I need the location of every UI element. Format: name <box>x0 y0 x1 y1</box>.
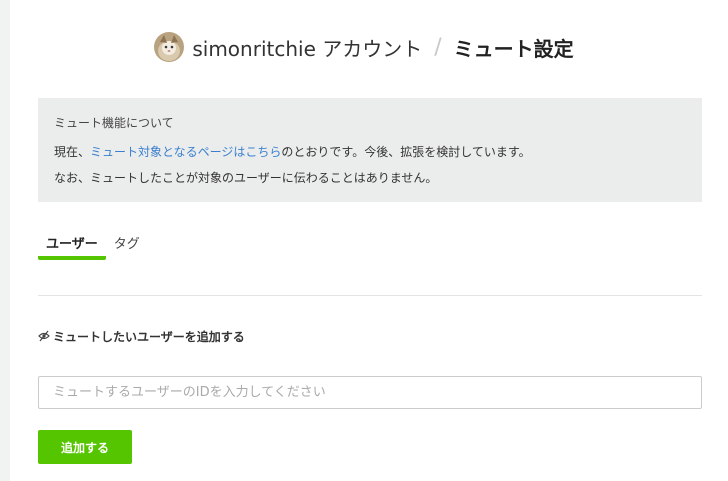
mute-user-id-input[interactable] <box>38 376 702 409</box>
left-rail <box>0 0 10 481</box>
account-suffix: アカウント <box>315 36 423 61</box>
eye-slash-icon <box>38 330 50 342</box>
mute-tabs: ユーザー タグ <box>38 230 148 262</box>
breadcrumb-separator: / <box>434 34 442 60</box>
divider <box>38 295 702 296</box>
account-title[interactable]: simonritchie アカウント <box>192 33 422 62</box>
info-line-2: なお、ミュートしたことが対象のユーザーに伝わることはありません。 <box>54 171 438 185</box>
avatar-image <box>154 32 185 62</box>
tab-users[interactable]: ユーザー <box>38 230 106 260</box>
info-line-1: 現在、ミュート対象となるページはこちらのとおりです。今後、拡張を検討しています。 <box>54 145 686 159</box>
tab-tags[interactable]: タグ <box>106 230 148 260</box>
add-muted-user-heading: ミュートしたいユーザーを追加する <box>38 328 245 344</box>
username: simonritchie <box>192 36 316 61</box>
add-muted-user-heading-text: ミュートしたいユーザーを追加する <box>53 329 245 344</box>
info-line-1-suffix: のとおりです。今後、拡張を検討しています。 <box>281 145 531 159</box>
add-button[interactable]: 追加する <box>38 430 132 464</box>
avatar[interactable] <box>154 32 185 62</box>
info-title: ミュート機能について <box>54 116 174 130</box>
info-line-1-prefix: 現在、 <box>54 145 91 159</box>
mute-target-pages-link[interactable]: ミュート対象となるページはこちら <box>90 145 281 159</box>
mute-info-box: ミュート機能について 現在、ミュート対象となるページはこちらのとおりです。今後、… <box>38 98 702 202</box>
page-header: simonritchie アカウント / ミュート設定 <box>0 30 728 64</box>
page-title: ミュート設定 <box>453 36 574 61</box>
